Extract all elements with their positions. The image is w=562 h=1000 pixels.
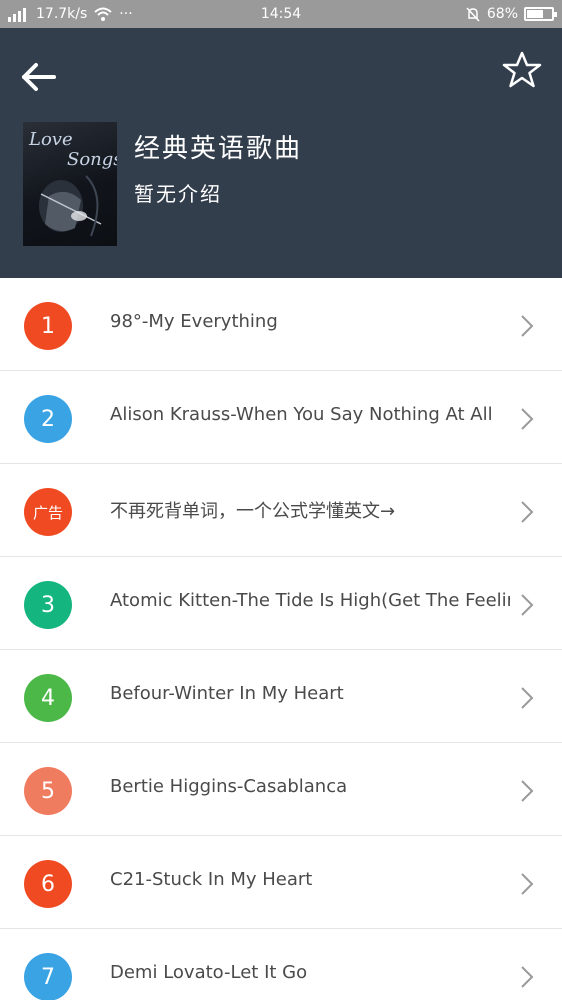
list-item[interactable]: 2 Alison Krauss-When You Say Nothing At … xyxy=(0,371,562,464)
track-title: Alison Krauss-When You Say Nothing At Al… xyxy=(110,404,493,425)
track-title: Bertie Higgins-Casablanca xyxy=(110,776,348,797)
ad-badge: 广告 xyxy=(24,488,72,536)
album-header: Love Songs 经典英语歌曲 暂无介绍 xyxy=(0,28,562,278)
network-speed: 17.7k/s xyxy=(36,6,88,22)
list-item[interactable]: 4 Befour-Winter In My Heart xyxy=(0,650,562,743)
track-title: Befour-Winter In My Heart xyxy=(110,683,344,704)
list-item[interactable]: 7 Demi Lovato-Let It Go xyxy=(0,929,562,1000)
star-icon xyxy=(502,51,542,88)
chevron-right-icon xyxy=(521,315,534,337)
cover-logo-text: Love Songs xyxy=(29,130,117,170)
violin-player-illustration xyxy=(39,175,102,237)
track-number-badge: 3 xyxy=(24,581,72,629)
battery-percent: 68% xyxy=(486,6,518,22)
chevron-right-icon xyxy=(521,594,534,616)
track-number-badge: 6 xyxy=(24,860,72,908)
album-cover: Love Songs xyxy=(23,122,117,246)
silent-bell-icon xyxy=(466,7,480,22)
chevron-right-icon xyxy=(521,408,534,430)
song-list: 1 98°-My Everything 2 Alison Krauss-When… xyxy=(0,278,562,1000)
chevron-right-icon xyxy=(521,966,534,988)
list-item[interactable]: 6 C21-Stuck In My Heart xyxy=(0,836,562,929)
track-title: Demi Lovato-Let It Go xyxy=(110,962,308,983)
more-notifications-icon: ··· xyxy=(119,6,133,22)
list-item[interactable]: 1 98°-My Everything xyxy=(0,278,562,371)
track-title: Atomic Kitten-The Tide Is High(Get The F… xyxy=(110,590,510,611)
back-button[interactable] xyxy=(18,56,60,98)
back-arrow-icon xyxy=(22,63,56,91)
track-number-badge: 5 xyxy=(24,767,72,815)
favorite-button[interactable] xyxy=(502,50,542,90)
track-number-badge: 7 xyxy=(24,953,72,1000)
album-title: 经典英语歌曲 xyxy=(134,134,303,164)
list-item[interactable]: 5 Bertie Higgins-Casablanca xyxy=(0,743,562,836)
status-bar: 17.7k/s ··· 14:54 68% xyxy=(0,0,562,28)
signal-icon xyxy=(8,8,26,22)
ad-text: 不再死背单词，一个公式学懂英文→ xyxy=(110,501,396,522)
wifi-icon xyxy=(94,7,112,21)
track-number-badge: 1 xyxy=(24,302,72,350)
ad-list-item[interactable]: 广告 不再死背单词，一个公式学懂英文→ xyxy=(0,464,562,557)
album-description: 暂无介绍 xyxy=(134,182,222,206)
status-left: 17.7k/s ··· xyxy=(8,6,133,22)
battery-icon xyxy=(524,7,557,21)
list-item[interactable]: 3 Atomic Kitten-The Tide Is High(Get The… xyxy=(0,557,562,650)
chevron-right-icon xyxy=(521,873,534,895)
track-title: C21-Stuck In My Heart xyxy=(110,869,313,890)
chevron-right-icon xyxy=(521,780,534,802)
cover-text-line1: Love xyxy=(29,129,73,150)
battery-fill xyxy=(527,10,544,18)
status-right: 68% xyxy=(465,6,557,22)
chevron-right-icon xyxy=(521,501,534,523)
track-title: 98°-My Everything xyxy=(110,311,278,332)
track-number-badge: 2 xyxy=(24,395,72,443)
chevron-right-icon xyxy=(521,687,534,709)
track-number-badge: 4 xyxy=(24,674,72,722)
